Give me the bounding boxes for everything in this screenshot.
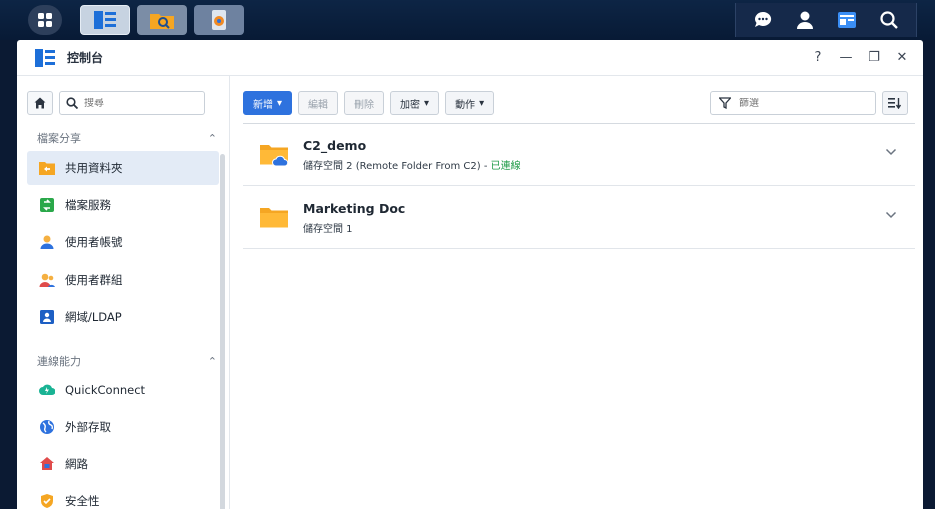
sort-button[interactable]: [882, 91, 908, 115]
taskbar-control-panel[interactable]: [80, 5, 130, 35]
filter-box[interactable]: [710, 91, 876, 115]
folder-name: C2_demo: [303, 137, 367, 153]
sidebar-item-security[interactable]: 安全性: [27, 484, 219, 509]
list-item[interactable]: C2_demo 儲存空間 2 (Remote Folder From C2) -…: [243, 124, 915, 186]
control-panel-window: 控制台 ? — ❐ ✕ 檔案分享 ⌃: [17, 40, 923, 509]
section-title: 檔案分享: [37, 132, 81, 145]
section-title: 連線能力: [37, 355, 81, 368]
edit-button[interactable]: 編輯: [298, 91, 339, 115]
sidebar-item-quickconnect[interactable]: QuickConnect: [27, 373, 219, 407]
home-icon: [34, 97, 46, 109]
user-button[interactable]: [793, 8, 817, 32]
folder-location: 儲存空間 2 (Remote Folder From C2) -: [303, 160, 491, 172]
chat-button[interactable]: [751, 8, 775, 32]
domain-ldap-icon: [39, 309, 55, 325]
sidebar-item-network[interactable]: 網路: [27, 447, 219, 481]
edit-label: 編輯: [308, 99, 329, 111]
search-icon: [880, 11, 898, 29]
window-titlebar: 控制台 ? — ❐ ✕: [17, 40, 923, 76]
sidebar: 檔案分享 ⌃ 共用資料夾 檔案服務 使用者帳號: [17, 76, 230, 509]
create-label: 新增: [253, 99, 273, 111]
filter-funnel-icon: [719, 97, 731, 109]
network-icon: [39, 456, 55, 472]
quickconnect-icon: [39, 382, 55, 398]
sidebar-item-label: 共用資料夾: [65, 161, 123, 175]
user-account-icon: [39, 234, 55, 250]
sidebar-item-user-account[interactable]: 使用者帳號: [27, 225, 219, 259]
system-tray: [735, 3, 917, 37]
chat-icon: [755, 11, 772, 27]
sidebar-item-user-group[interactable]: 使用者群組: [27, 263, 219, 297]
create-button[interactable]: 新增 ▾: [243, 91, 293, 115]
file-services-icon: [39, 197, 55, 213]
sidebar-search[interactable]: [59, 91, 205, 115]
folder-name: Marketing Doc: [303, 200, 406, 216]
list-item[interactable]: Marketing Doc 儲存空間 1: [243, 187, 915, 249]
window-title: 控制台: [67, 51, 104, 65]
connection-status: 已連線: [490, 160, 521, 172]
action-button[interactable]: 動作 ▾: [445, 91, 495, 115]
chevron-down-icon[interactable]: [885, 148, 897, 156]
shared-folder-icon: [39, 160, 55, 176]
main-panel: 新增 ▾ 編輯 刪除 加密 ▾ 動作 ▾ 篩選 C2_demo 儲存空間 2 (…: [230, 76, 923, 509]
chevron-up-icon: ⌃: [207, 131, 217, 145]
encrypt-label: 加密: [400, 99, 421, 111]
control-panel-icon: [35, 48, 55, 67]
sidebar-item-domain-ldap[interactable]: 網域/LDAP: [27, 300, 219, 334]
toolbar: 新增 ▾ 編輯 刪除 加密 ▾ 動作 ▾: [243, 91, 495, 115]
action-label: 動作: [455, 99, 476, 111]
external-access-icon: [39, 419, 55, 435]
remote-folder-icon: [260, 144, 289, 166]
sidebar-item-label: 網域/LDAP: [65, 310, 122, 324]
sidebar-scrollbar[interactable]: [220, 154, 225, 509]
section-file-sharing[interactable]: 檔案分享 ⌃: [37, 130, 217, 146]
home-button[interactable]: [27, 91, 53, 115]
sidebar-search-input[interactable]: [84, 97, 194, 109]
sidebar-item-label: 安全性: [65, 494, 100, 508]
delete-button[interactable]: 刪除: [344, 91, 385, 115]
main-menu-grid-icon: [38, 13, 52, 27]
sidebar-item-label: 網路: [65, 457, 88, 471]
sidebar-item-shared-folder[interactable]: 共用資料夾: [27, 151, 219, 185]
filter-input[interactable]: [739, 97, 859, 109]
minimize-button[interactable]: —: [837, 48, 855, 66]
encrypt-button[interactable]: 加密 ▾: [390, 91, 440, 115]
user-icon: [797, 11, 813, 29]
tray-search-button[interactable]: [877, 8, 901, 32]
delete-label: 刪除: [354, 99, 375, 111]
caret-down-icon: ▾: [277, 97, 283, 109]
taskbar-storage-manager[interactable]: [194, 5, 244, 35]
widgets-icon: [838, 12, 856, 28]
widgets-button[interactable]: [835, 8, 859, 32]
main-menu-button[interactable]: [28, 5, 62, 35]
file-station-icon: [150, 14, 174, 29]
sidebar-item-label: 外部存取: [65, 420, 111, 434]
user-group-icon: [39, 272, 55, 288]
restore-button[interactable]: ❐: [865, 48, 883, 66]
caret-down-icon: ▾: [424, 97, 430, 109]
chevron-up-icon: ⌃: [207, 354, 217, 368]
sidebar-item-external-access[interactable]: 外部存取: [27, 410, 219, 444]
sidebar-item-label: 檔案服務: [65, 198, 111, 212]
help-button[interactable]: ?: [809, 48, 827, 66]
control-panel-icon: [94, 11, 116, 29]
section-connectivity[interactable]: 連線能力 ⌃: [37, 353, 217, 369]
folder-location: 儲存空間 1: [303, 223, 353, 235]
sidebar-item-label: 使用者群組: [65, 273, 123, 287]
storage-manager-icon: [212, 10, 226, 30]
sidebar-item-label: QuickConnect: [65, 383, 146, 397]
sidebar-item-file-services[interactable]: 檔案服務: [27, 188, 219, 222]
taskbar-file-station[interactable]: [137, 5, 187, 35]
search-icon: [66, 97, 78, 109]
chevron-down-icon[interactable]: [885, 211, 897, 219]
sidebar-item-label: 使用者帳號: [65, 235, 123, 249]
close-button[interactable]: ✕: [893, 48, 911, 66]
caret-down-icon: ▾: [479, 97, 485, 109]
sort-icon: [888, 98, 902, 109]
taskbar: [0, 0, 935, 40]
security-shield-icon: [39, 493, 55, 509]
folder-icon: [260, 207, 288, 227]
